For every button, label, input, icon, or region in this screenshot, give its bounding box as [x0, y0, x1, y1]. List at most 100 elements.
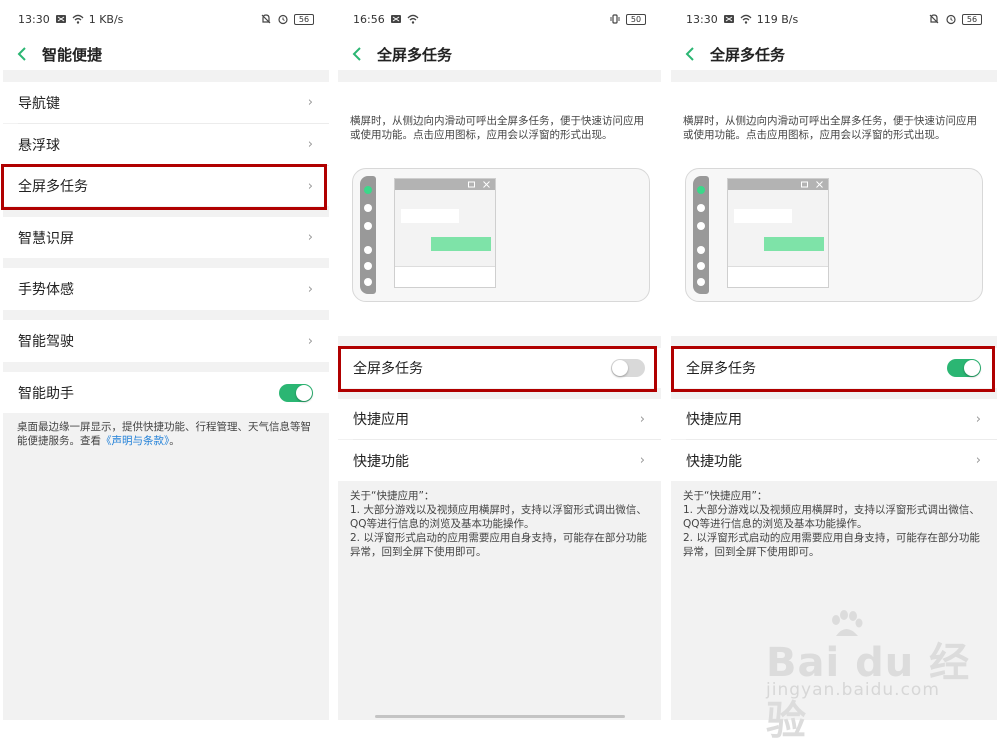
header: 智能便捷 [0, 38, 332, 70]
multitask-illustration [671, 162, 997, 312]
fullscreen-multitask-toggle[interactable] [611, 359, 645, 377]
baidu-watermark: Bai du 经验 jingyan.baidu.com [766, 610, 996, 744]
menu-item-smart-screen-recognition[interactable]: 智慧识屏 › [3, 217, 329, 258]
status-bar: 13:30 1 KB/s 56 [0, 0, 332, 38]
menu-item-label: 智能助手 [18, 385, 74, 402]
wifi-icon [72, 14, 84, 24]
side-app-dot [697, 246, 705, 254]
menu-item-label: 手势体感 [18, 282, 74, 298]
bell-mute-icon [261, 14, 271, 24]
chevron-right-icon: › [975, 453, 981, 468]
menu-item-label: 快捷应用 [353, 412, 409, 428]
status-time: 16:56 [353, 12, 385, 26]
navigation-bar [375, 715, 625, 718]
close-icon [816, 181, 823, 188]
fullscreen-multitask-row: 全屏多任务 [671, 348, 997, 388]
chevron-right-icon: › [639, 411, 645, 427]
notification-icon [55, 15, 66, 23]
menu-item-smart-assistant: 智能助手 [3, 372, 329, 413]
status-time: 13:30 [686, 12, 718, 26]
chat-input [728, 266, 828, 287]
menu-item-gesture-motion[interactable]: 手势体感 › [3, 268, 329, 310]
side-app-dot [697, 204, 705, 212]
fullscreen-multitask-row: 全屏多任务 [338, 348, 661, 388]
header: 全屏多任务 [668, 38, 1000, 70]
back-arrow-icon[interactable] [684, 46, 696, 62]
menu-item-quick-apps[interactable]: 快捷应用 › [338, 399, 661, 439]
battery-icon: 56 [294, 13, 314, 25]
toggle-row-label: 全屏多任务 [686, 361, 756, 377]
side-app-dot [697, 262, 705, 270]
menu-item-label: 快捷应用 [686, 412, 742, 428]
intro-section: 横屏时，从侧边向内滑动可呼出全屏多任务，便于快速访问应用或使用功能。点击应用图标… [338, 82, 661, 336]
alarm-icon [946, 14, 956, 25]
smart-assistant-toggle[interactable] [279, 383, 313, 402]
toggle-knob [964, 360, 980, 376]
back-arrow-icon[interactable] [16, 46, 28, 62]
side-app-dot [364, 186, 372, 194]
side-app-dot [697, 278, 705, 286]
notification-icon [390, 15, 401, 23]
menu-item-quick-functions[interactable]: 快捷功能 › [671, 440, 997, 481]
note-heading: 关于“快捷应用”： [350, 490, 435, 502]
minimize-icon [468, 181, 475, 188]
menu-item-label: 快捷功能 [686, 453, 742, 470]
chevron-right-icon: › [307, 281, 313, 297]
floating-window-bar [395, 179, 495, 190]
toggle-knob [612, 360, 628, 376]
side-app-dot [364, 246, 372, 254]
note-line: 1. 大部分游戏以及视频应用横屏时，支持以浮窗形式调出微信、QQ等进行信息的浏览… [683, 504, 980, 530]
status-bar: 13:30 119 B/s 56 [668, 0, 1000, 38]
minimize-icon [801, 181, 808, 188]
menu-item-smart-driving[interactable]: 智能驾驶 › [3, 320, 329, 362]
bell-mute-icon [929, 14, 939, 24]
menu-item-label: 快捷功能 [353, 453, 409, 470]
watermark-url: jingyan.baidu.com [766, 680, 940, 700]
side-app-dot [364, 278, 372, 286]
wifi-icon [407, 14, 419, 24]
chat-bubble-green [431, 237, 491, 251]
chat-bubble [401, 209, 459, 223]
toggle-knob [296, 384, 312, 401]
side-app-dot [364, 204, 372, 212]
note-line: 2. 以浮窗形式启动的应用需要应用自身支持，可能存在部分功能异常，回到全屏下使用… [350, 532, 647, 558]
status-speed: 1 KB/s [88, 12, 124, 26]
menu-item-quick-functions[interactable]: 快捷功能 › [338, 440, 661, 481]
chat-bubble [734, 209, 792, 223]
chevron-right-icon: › [307, 95, 313, 110]
chevron-right-icon: › [639, 453, 645, 468]
close-icon [483, 181, 490, 188]
side-panel [360, 176, 376, 294]
battery-icon: 50 [626, 13, 646, 25]
chevron-right-icon: › [975, 411, 981, 427]
multitask-illustration [338, 162, 661, 312]
menu-item-quick-apps[interactable]: 快捷应用 › [671, 399, 997, 439]
menu-item-label: 智慧识屏 [18, 230, 74, 247]
back-arrow-icon[interactable] [351, 46, 363, 62]
menu-item-floating-ball[interactable]: 悬浮球 › [3, 124, 329, 165]
panel-fullscreen-multitask-off: 16:56 50 全屏多任务 横屏时，从侧边向内滑动可呼出全屏多任务，便于快速访… [335, 0, 664, 720]
toggle-row-label: 全屏多任务 [353, 361, 423, 377]
assistant-description: 桌面最边缘一屏显示，提供快捷功能、行程管理、天气信息等智能便捷服务。查看《声明与… [17, 420, 321, 448]
intro-text: 横屏时，从侧边向内滑动可呼出全屏多任务，便于快速访问应用或使用功能。点击应用图标… [350, 115, 644, 141]
assistant-desc-end: 。 [169, 435, 180, 447]
side-app-dot [697, 186, 705, 194]
menu-item-label: 智能驾驶 [18, 334, 74, 350]
side-app-dot [697, 222, 705, 230]
fullscreen-multitask-toggle[interactable] [947, 359, 981, 377]
menu-item-label: 导航键 [18, 95, 60, 112]
chevron-right-icon: › [307, 137, 313, 152]
side-app-dot [364, 262, 372, 270]
chat-bubble-green [764, 237, 824, 251]
side-app-dot [364, 222, 372, 230]
quick-apps-notes: 关于“快捷应用”： 1. 大部分游戏以及视频应用横屏时，支持以浮窗形式调出微信、… [350, 489, 655, 559]
page-title: 全屏多任务 [377, 45, 453, 64]
notification-icon [723, 15, 734, 23]
chevron-right-icon: › [307, 333, 313, 349]
chevron-right-icon: › [307, 230, 313, 245]
menu-item-nav-keys[interactable]: 导航键 › [3, 82, 329, 123]
terms-link[interactable]: 《声明与条款》 [101, 435, 169, 447]
intro-text: 横屏时，从侧边向内滑动可呼出全屏多任务，便于快速访问应用或使用功能。点击应用图标… [683, 115, 977, 141]
floating-window [727, 178, 829, 288]
menu-item-fullscreen-multitask[interactable]: 全屏多任务 › [3, 166, 329, 206]
